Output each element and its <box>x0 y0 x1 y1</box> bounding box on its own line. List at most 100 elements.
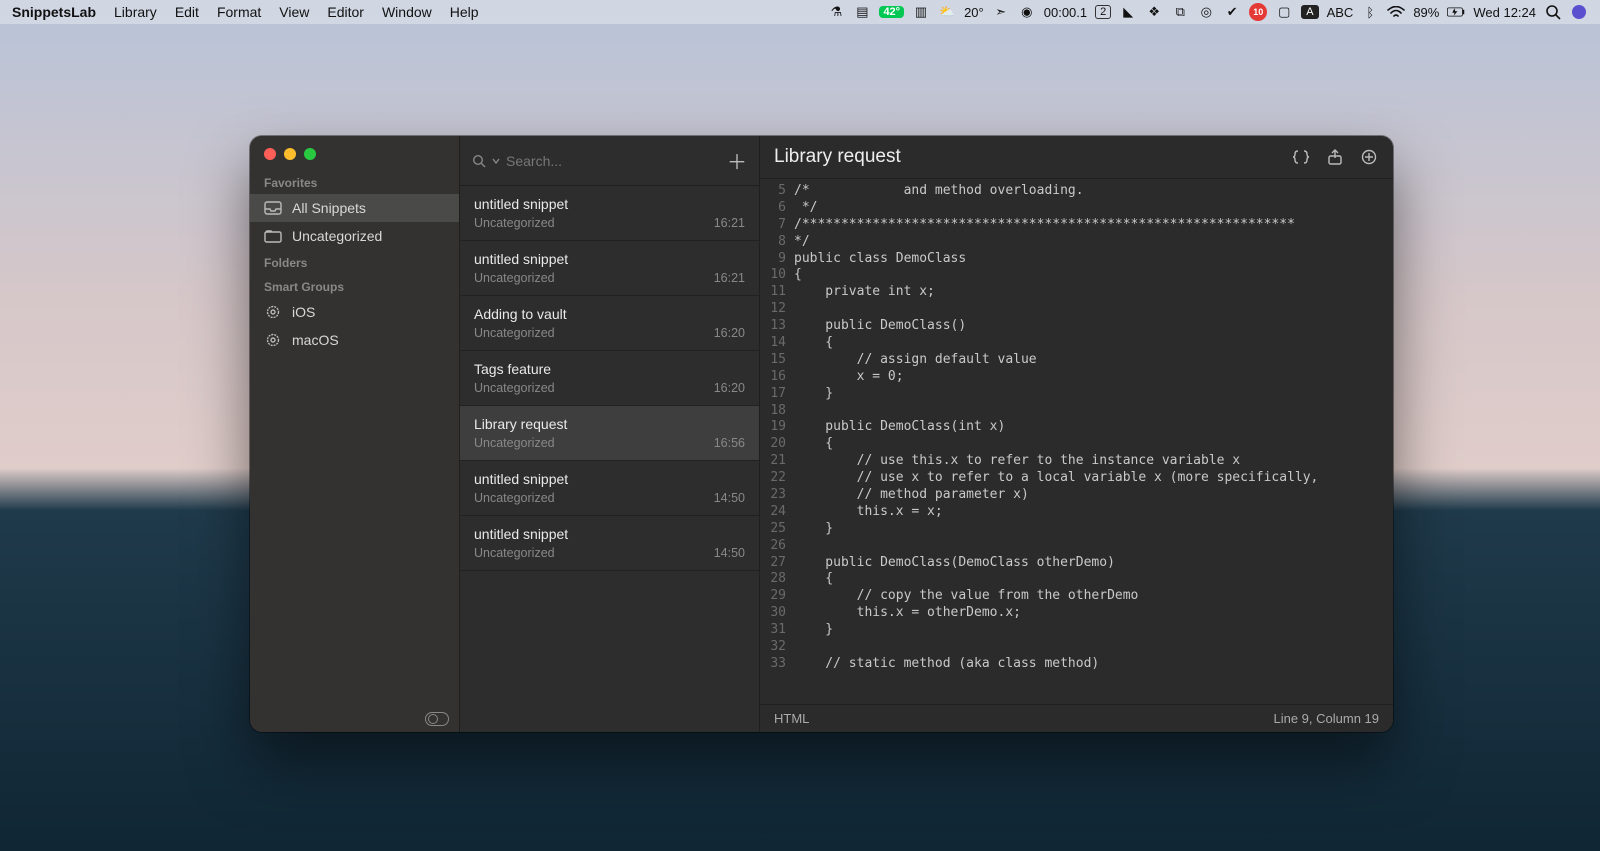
list-item-time: 16:20 <box>714 381 745 395</box>
list-item-category: Uncategorized <box>474 436 745 450</box>
weather-icon[interactable]: ⛅ <box>938 3 956 21</box>
airplay-icon[interactable]: ▢ <box>1275 3 1293 21</box>
editor-actions <box>1291 147 1379 167</box>
list-item-title: Tags feature <box>474 361 745 377</box>
location-icon[interactable]: ➣ <box>992 3 1010 21</box>
list-item[interactable]: untitled snippet Uncategorized14:50 <box>460 516 759 571</box>
snippetslab-window: Favorites All Snippets Uncategorized Fol… <box>250 136 1393 732</box>
code-content[interactable]: /* and method overloading. */ /*********… <box>794 183 1393 704</box>
list-item[interactable]: untitled snippet Uncategorized14:50 <box>460 461 759 516</box>
list-item-title: untitled snippet <box>474 471 745 487</box>
list-item-time: 16:21 <box>714 216 745 230</box>
list-item-category: Uncategorized <box>474 491 745 505</box>
sidebar: Favorites All Snippets Uncategorized Fol… <box>250 136 460 732</box>
notification-badge[interactable]: 10 <box>1249 3 1267 21</box>
cluster-icon[interactable]: ❖ <box>1145 3 1163 21</box>
chevron-down-icon[interactable] <box>492 157 500 165</box>
list-item-title: Library request <box>474 416 745 432</box>
stopwatch-time: 00:00.1 <box>1044 5 1087 20</box>
list-item-category: Uncategorized <box>474 271 745 285</box>
language-indicator[interactable]: HTML <box>774 711 809 726</box>
list-item[interactable]: untitled snippetUncategorized16:21 <box>460 186 759 241</box>
sidebar-item-label: Uncategorized <box>292 228 382 244</box>
sidebar-item-label: iOS <box>292 304 315 320</box>
bluetooth-icon[interactable]: ᛒ <box>1361 3 1379 21</box>
snippet-title[interactable]: Library request <box>774 146 1291 168</box>
list-item-title: untitled snippet <box>474 251 745 267</box>
editor-header: Library request <box>760 136 1393 179</box>
menu-format[interactable]: Format <box>217 4 261 20</box>
camera-icon[interactable]: ◎ <box>1197 3 1215 21</box>
news-icon[interactable]: ▤ <box>853 3 871 21</box>
cursor-position: Line 9, Column 19 <box>1273 711 1379 726</box>
line-gutter: 5 6 7 8 9 10 11 12 13 14 15 16 17 18 19 … <box>760 183 794 704</box>
list-item-title: untitled snippet <box>474 526 745 542</box>
braces-icon[interactable] <box>1291 147 1311 167</box>
siri-icon[interactable] <box>1570 3 1588 21</box>
workspace-indicator[interactable]: 2 <box>1095 5 1111 19</box>
macos-menubar: SnippetsLab Library Edit Format View Edi… <box>0 0 1600 24</box>
sidebar-item-label: All Snippets <box>292 200 366 216</box>
menu-edit[interactable]: Edit <box>175 4 199 20</box>
menubar-status-area: ⚗ ▤ 42° ▥ ⛅ 20° ➣ ◉ 00:00.1 2 ◣ ❖ ⧉ ◎ ✔ … <box>827 3 1588 21</box>
add-fragment-button[interactable] <box>1359 147 1379 167</box>
list-item-category: Uncategorized <box>474 381 745 395</box>
sidebar-item-all-snippets[interactable]: All Snippets <box>250 194 459 222</box>
sidebar-item-ios[interactable]: iOS <box>250 298 459 326</box>
disk-icon[interactable]: ▥ <box>912 3 930 21</box>
folder-icon <box>264 228 282 244</box>
share-icon[interactable] <box>1325 147 1345 167</box>
list-item-category: Uncategorized <box>474 326 745 340</box>
menu-window[interactable]: Window <box>382 4 432 20</box>
list-item[interactable]: Library request Uncategorized16:56 <box>460 406 759 461</box>
list-item[interactable]: Tags feature Uncategorized16:20 <box>460 351 759 406</box>
sidebar-toggle[interactable] <box>425 712 449 726</box>
record-icon[interactable]: ◉ <box>1018 3 1036 21</box>
weather-temp: 20° <box>964 5 984 20</box>
folders-heading: Folders <box>250 250 459 274</box>
battery-percent: 89% <box>1413 5 1439 20</box>
temperature-badge[interactable]: 42° <box>879 6 904 18</box>
battery-icon[interactable] <box>1447 3 1465 21</box>
smart-groups-heading: Smart Groups <box>250 274 459 298</box>
flask-icon[interactable]: ⚗ <box>827 3 845 21</box>
wifi-icon[interactable] <box>1387 3 1405 21</box>
list-item-category: Uncategorized <box>474 546 745 560</box>
list-item[interactable]: untitled snippet Uncategorized16:21 <box>460 241 759 296</box>
input-mode-indicator[interactable]: A <box>1301 5 1318 19</box>
window-minimize-button[interactable] <box>284 148 296 160</box>
clock[interactable]: Wed 12:24 <box>1473 5 1536 20</box>
spotlight-icon[interactable] <box>1544 3 1562 21</box>
snippet-list[interactable]: untitled snippetUncategorized16:21untitl… <box>460 186 759 732</box>
sidebar-item-uncategorized[interactable]: Uncategorized <box>250 222 459 250</box>
list-item-time: 14:50 <box>714 546 745 560</box>
triangle-icon[interactable]: ◣ <box>1119 3 1137 21</box>
gear-icon <box>264 304 282 320</box>
add-snippet-button[interactable]: ＋ <box>727 146 747 175</box>
list-item[interactable]: Adding to vaultUncategorized16:20 <box>460 296 759 351</box>
menu-library[interactable]: Library <box>114 4 157 20</box>
sidebar-item-macos[interactable]: macOS <box>250 326 459 354</box>
code-editor[interactable]: 5 6 7 8 9 10 11 12 13 14 15 16 17 18 19 … <box>760 179 1393 704</box>
input-language[interactable]: ABC <box>1327 5 1354 20</box>
search-icon <box>472 154 486 168</box>
list-item-time: 16:56 <box>714 436 745 450</box>
window-close-button[interactable] <box>264 148 276 160</box>
menu-view[interactable]: View <box>279 4 309 20</box>
dropbox-icon[interactable]: ⧉ <box>1171 3 1189 21</box>
search-bar: ＋ <box>460 136 759 186</box>
snippet-list-pane: ＋ untitled snippetUncategorized16:21unti… <box>460 136 760 732</box>
check-icon[interactable]: ✔ <box>1223 3 1241 21</box>
traffic-lights <box>250 136 459 170</box>
window-zoom-button[interactable] <box>304 148 316 160</box>
gear-icon <box>264 332 282 348</box>
list-item-time: 14:50 <box>714 491 745 505</box>
menu-editor[interactable]: Editor <box>327 4 364 20</box>
app-name[interactable]: SnippetsLab <box>12 4 96 20</box>
editor-pane: Library request 5 6 7 8 9 10 11 12 13 14… <box>760 136 1393 732</box>
list-item-title: untitled snippet <box>474 196 745 212</box>
menu-help[interactable]: Help <box>450 4 479 20</box>
list-item-time: 16:21 <box>714 271 745 285</box>
list-item-title: Adding to vault <box>474 306 745 322</box>
search-input[interactable] <box>506 153 721 169</box>
